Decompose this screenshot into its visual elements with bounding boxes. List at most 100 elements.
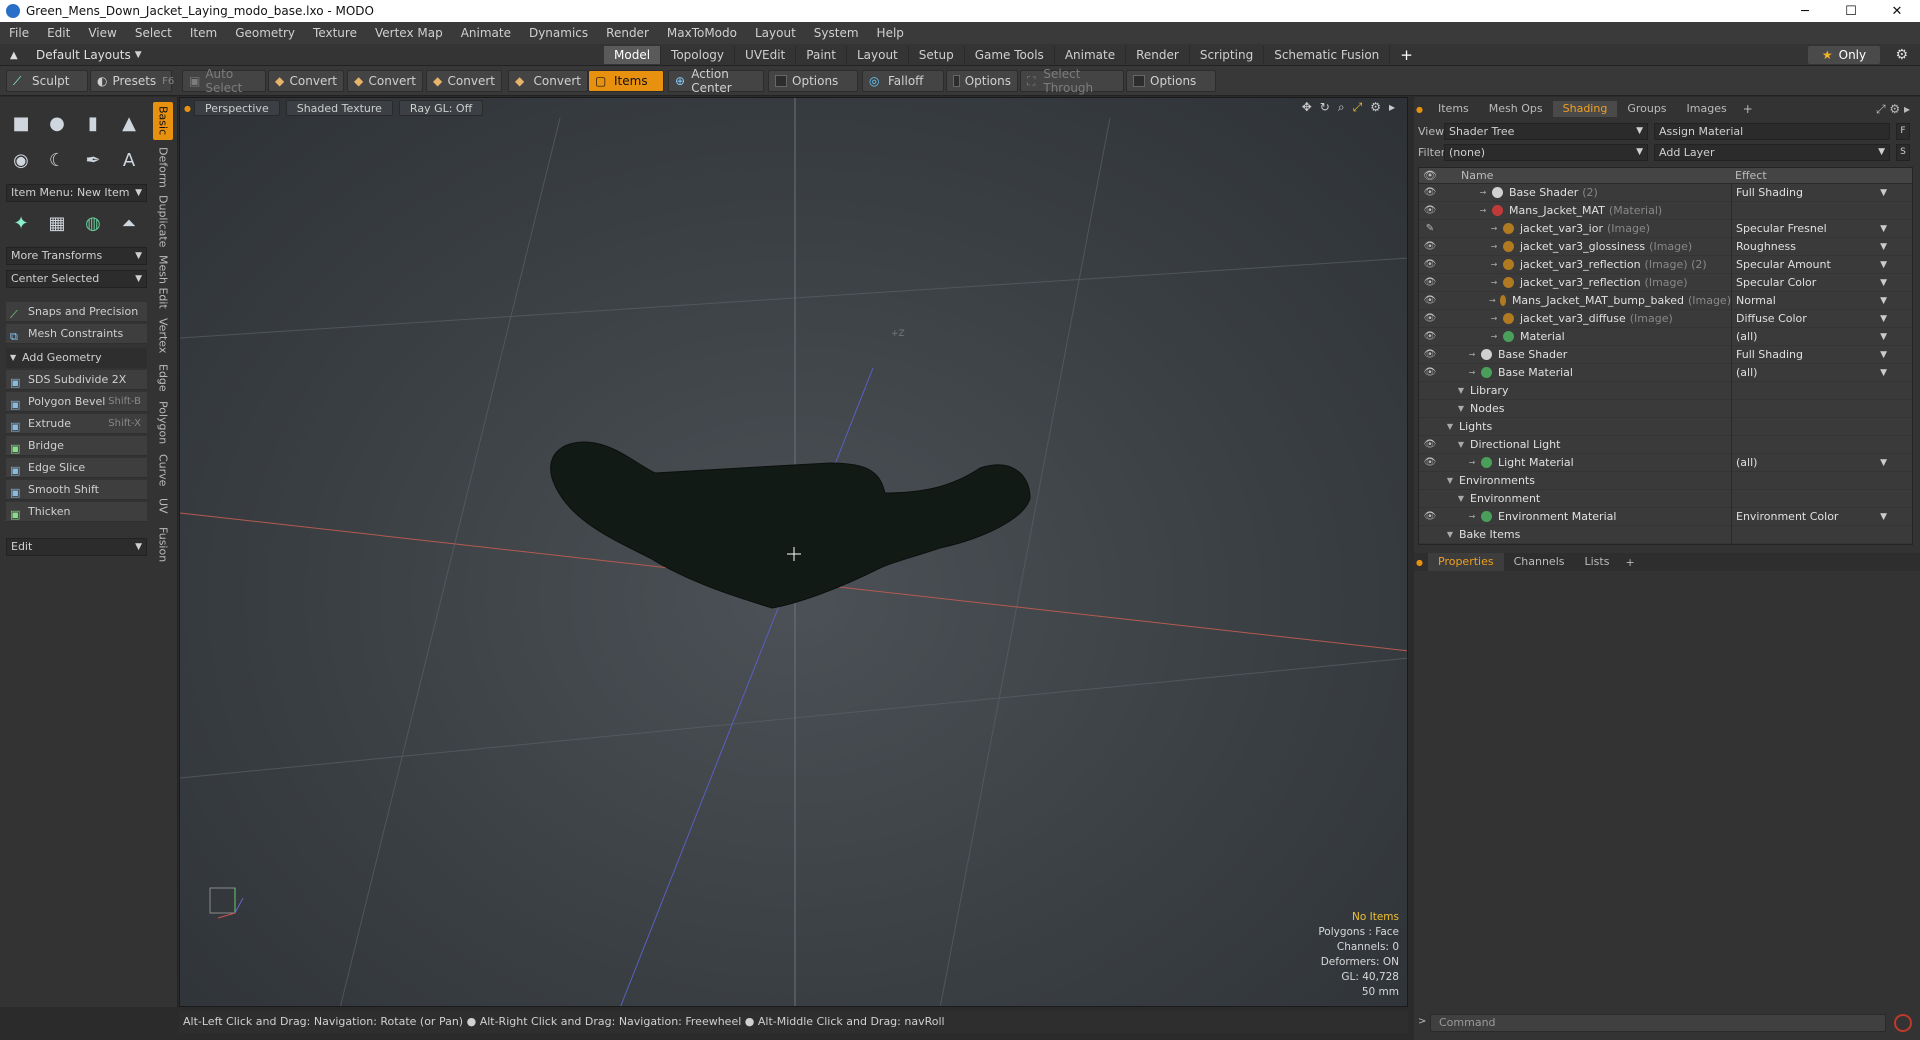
- tree-item-name[interactable]: ▼ Nodes: [1441, 400, 1731, 418]
- expand-icon[interactable]: ▸: [1389, 100, 1395, 115]
- panel-menu-icon[interactable]: ●: [1416, 105, 1428, 114]
- effect-column-header[interactable]: Effect: [1731, 169, 1891, 182]
- gear-icon[interactable]: ⚙: [1895, 47, 1908, 63]
- visibility-eye-icon[interactable]: ✎: [1419, 223, 1441, 234]
- shader-tree-row[interactable]: 👁 → Material (all) ▼: [1419, 327, 1912, 346]
- zoom-icon[interactable]: ⌕: [1338, 100, 1345, 115]
- tab-uvedit[interactable]: UVEdit: [735, 46, 797, 64]
- rotate-icon[interactable]: ↻: [1320, 100, 1330, 115]
- visibility-eye-icon[interactable]: 👁: [1419, 349, 1441, 360]
- minimize-button[interactable]: ─: [1782, 0, 1828, 22]
- convert-edge-button[interactable]: ◆ Convert: [347, 70, 423, 92]
- vtab-vertex[interactable]: Vertex: [153, 316, 173, 356]
- vtab-fusion[interactable]: Fusion: [153, 524, 173, 566]
- expand-toggle-icon[interactable]: ▼: [1456, 404, 1466, 413]
- expand-toggle-icon[interactable]: →: [1489, 314, 1499, 323]
- tree-item-name[interactable]: ▼ Environments: [1441, 472, 1731, 490]
- menu-layout[interactable]: Layout: [746, 26, 805, 40]
- menu-animate[interactable]: Animate: [452, 26, 520, 40]
- visibility-eye-icon[interactable]: 👁: [1419, 439, 1441, 450]
- visibility-eye-icon[interactable]: 👁: [1419, 205, 1441, 216]
- shader-tree-row[interactable]: 👁 → Light Material (all) ▼: [1419, 453, 1912, 472]
- extrude-button[interactable]: ▣ Extrude Shift-X: [6, 414, 147, 434]
- fit-icon[interactable]: ⤢: [1353, 100, 1363, 115]
- effect-dropdown[interactable]: (all) ▼: [1731, 363, 1891, 382]
- view-dropdown[interactable]: Shader Tree ▼: [1444, 122, 1648, 140]
- effect-dropdown[interactable]: Roughness ▼: [1731, 237, 1891, 256]
- effect-dropdown[interactable]: Specular Fresnel ▼: [1731, 219, 1891, 238]
- tree-item-name[interactable]: ▼ Directional Light: [1441, 436, 1731, 454]
- sds-subdivide-button[interactable]: ▣ SDS Subdivide 2X: [6, 370, 147, 390]
- visibility-eye-icon[interactable]: 👁: [1419, 511, 1441, 522]
- auto-select-button[interactable]: ▣ Auto Select: [182, 67, 266, 95]
- add-tab-icon[interactable]: +: [1737, 102, 1759, 116]
- tab-render[interactable]: Render: [1126, 46, 1190, 64]
- effect-dropdown[interactable]: Normal ▼: [1731, 291, 1891, 310]
- expand-toggle-icon[interactable]: →: [1467, 512, 1477, 521]
- assign-material-button[interactable]: Assign Material: [1654, 122, 1890, 140]
- item-menu-dropdown[interactable]: Item Menu: New Item ▼: [6, 184, 147, 202]
- expand-toggle-icon[interactable]: ▼: [1445, 476, 1455, 485]
- add-layer-dropdown[interactable]: Add Layer ▼: [1654, 143, 1890, 161]
- vtab-duplicate[interactable]: Duplicate: [153, 194, 173, 248]
- tree-item-name[interactable]: → Base Shader: [1441, 346, 1731, 364]
- center-selected-dropdown[interactable]: Center Selected ▼: [6, 270, 147, 288]
- view-type-button[interactable]: Perspective: [194, 100, 280, 116]
- menu-dynamics[interactable]: Dynamics: [520, 26, 597, 40]
- shader-tree-row[interactable]: ▼ Environments: [1419, 471, 1912, 490]
- cone-primitive-icon[interactable]: ▲: [114, 108, 144, 138]
- shader-tree-row[interactable]: ✎ → jacket_var3_ior (Image) Specular Fresnel…: [1419, 219, 1912, 238]
- command-input[interactable]: Command: [1430, 1014, 1886, 1032]
- expand-toggle-icon[interactable]: →: [1467, 350, 1477, 359]
- vtab-uv[interactable]: UV: [153, 494, 173, 518]
- tree-item-name[interactable]: → jacket_var3_glossiness (Image): [1441, 238, 1731, 256]
- shader-tree-row[interactable]: ▼ Lights: [1419, 417, 1912, 436]
- polygon-bevel-button[interactable]: ▣ Polygon Bevel Shift-B: [6, 392, 147, 412]
- globe-icon[interactable]: ◍: [78, 208, 108, 238]
- capsule-primitive-icon[interactable]: ☾: [42, 145, 72, 175]
- tree-item-name[interactable]: ▼ Library: [1441, 382, 1731, 400]
- shader-tree-row[interactable]: 👁 → Mans_Jacket_MAT (Material): [1419, 201, 1912, 220]
- locator-icon[interactable]: ✦: [6, 208, 36, 238]
- snaps-precision-button[interactable]: ⟋ Snaps and Precision: [6, 302, 147, 322]
- expand-toggle-icon[interactable]: →: [1467, 368, 1477, 377]
- tab-scripting[interactable]: Scripting: [1190, 46, 1265, 64]
- shader-tree-row[interactable]: 👁 → Base Shader Full Shading ▼: [1419, 345, 1912, 364]
- action-center-button[interactable]: ⊕ Action Center: [668, 67, 764, 95]
- tree-item-name[interactable]: → jacket_var3_reflection (Image): [1441, 274, 1731, 292]
- add-tab-icon[interactable]: +: [1400, 46, 1413, 64]
- effect-dropdown[interactable]: (all) ▼: [1731, 453, 1891, 472]
- visibility-eye-icon[interactable]: 👁: [1419, 331, 1441, 342]
- maximize-button[interactable]: ☐: [1828, 0, 1874, 22]
- torus-primitive-icon[interactable]: ◉: [6, 145, 36, 175]
- expand-toggle-icon[interactable]: →: [1478, 206, 1488, 215]
- tab-paint[interactable]: Paint: [796, 46, 847, 64]
- expand-toggle-icon[interactable]: →: [1489, 242, 1499, 251]
- more-transforms-dropdown[interactable]: More Transforms ▼: [6, 247, 147, 265]
- shader-tree-row[interactable]: 👁 → jacket_var3_diffuse (Image) Diffuse Colo…: [1419, 309, 1912, 328]
- shader-tree-row[interactable]: 👁 → jacket_var3_reflection (Image) Specular …: [1419, 273, 1912, 292]
- viewport-gear-icon[interactable]: ⚙: [1370, 100, 1381, 115]
- menu-system[interactable]: System: [805, 26, 868, 40]
- shader-tree-row[interactable]: 👁 ▼ Directional Light: [1419, 435, 1912, 454]
- tree-item-name[interactable]: → Mans_Jacket_MAT (Material): [1441, 202, 1731, 220]
- shader-tree-row[interactable]: ▼ Environment: [1419, 489, 1912, 508]
- menu-help[interactable]: Help: [868, 26, 913, 40]
- tree-item-name[interactable]: → jacket_var3_diffuse (Image): [1441, 310, 1731, 328]
- tree-item-name[interactable]: → jacket_var3_ior (Image): [1441, 220, 1731, 238]
- menu-item[interactable]: Item: [181, 26, 226, 40]
- pan-icon[interactable]: ✥: [1302, 100, 1312, 115]
- shader-tree-row[interactable]: 👁 → jacket_var3_reflection (Image) (2) Specu…: [1419, 255, 1912, 274]
- tree-item-name[interactable]: ▼ Lights: [1441, 418, 1731, 436]
- expand-toggle-icon[interactable]: ▼: [1445, 530, 1455, 539]
- menu-render[interactable]: Render: [597, 26, 658, 40]
- bridge-button[interactable]: ▣ Bridge: [6, 436, 147, 456]
- tree-item-name[interactable]: → Light Material: [1441, 454, 1731, 472]
- only-button[interactable]: ★ Only: [1808, 46, 1880, 64]
- visibility-eye-icon[interactable]: 👁: [1419, 241, 1441, 252]
- expand-toggle-icon[interactable]: ▼: [1456, 386, 1466, 395]
- tree-item-name[interactable]: → Base Shader (2): [1441, 184, 1731, 202]
- tab-model[interactable]: Model: [604, 46, 662, 64]
- effect-dropdown[interactable]: Diffuse Color ▼: [1731, 309, 1891, 328]
- vtab-polygon[interactable]: Polygon: [153, 400, 173, 446]
